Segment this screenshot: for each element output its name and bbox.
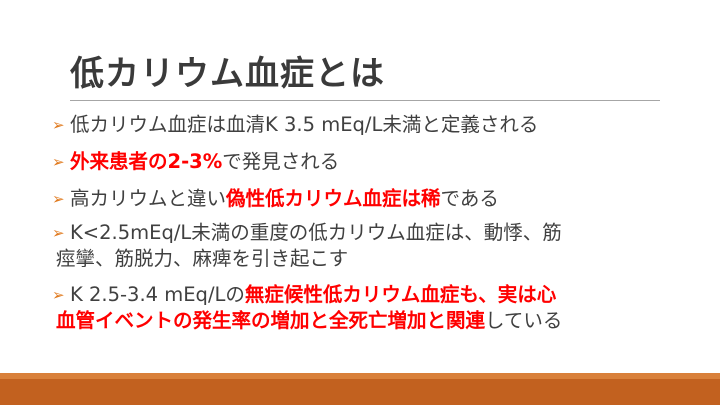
bullet-item: ➢ 低カリウム血症は血清K 3.5 mEq/L未満と定義される: [52, 112, 692, 138]
arrow-bullet-icon: ➢: [52, 190, 65, 208]
bullet-emphasis: 外来患者の2-3%: [70, 150, 223, 173]
arrow-bullet-icon: ➢: [52, 224, 65, 242]
bullet-text: K<2.5mEq/L未満の重度の低カリウム血症は、動悸、筋: [70, 221, 562, 244]
bullet-text: 高カリウムと違い: [70, 187, 227, 210]
bullet-text-continued: 血管イベントの発生率の増加と全死亡増加と関連している: [56, 308, 692, 334]
bullet-text: である: [440, 187, 499, 210]
slide-title: 低カリウム血症とは: [70, 54, 385, 94]
bullet-text: している: [485, 309, 563, 332]
footer-bar: [0, 379, 720, 405]
bullet-item: ➢ K 2.5-3.4 mEq/Lの無症候性低カリウム血症も、実は心 血管イベン…: [52, 282, 692, 334]
bullet-text-continued: 痙攣、筋脱力、麻痺を引き起こす: [56, 247, 349, 270]
bullet-text: 低カリウム血症は血清K 3.5 mEq/L未満と定義される: [70, 113, 539, 136]
arrow-bullet-icon: ➢: [52, 286, 65, 304]
arrow-bullet-icon: ➢: [52, 153, 65, 171]
bullet-text: K 2.5-3.4 mEq/Lの: [70, 283, 245, 306]
bullet-item: ➢ 外来患者の2-3%で発見される: [52, 149, 692, 175]
arrow-bullet-icon: ➢: [52, 116, 65, 134]
title-divider: [70, 100, 660, 101]
bullet-list: ➢ 低カリウム血症は血清K 3.5 mEq/L未満と定義される ➢ 外来患者の2…: [52, 112, 692, 334]
bullet-emphasis: 偽性低カリウム血症は稀: [226, 187, 441, 210]
bullet-emphasis: 血管イベントの発生率の増加と全死亡増加と関連: [56, 309, 486, 332]
bullet-item: ➢ 高カリウムと違い偽性低カリウム血症は稀である: [52, 186, 692, 212]
bullet-item: ➢ K<2.5mEq/L未満の重度の低カリウム血症は、動悸、筋 痙攣、筋脱力、麻…: [52, 220, 692, 272]
bullet-emphasis: 無症候性低カリウム血症も、実は心: [244, 283, 557, 306]
bullet-text: で発見される: [222, 150, 340, 173]
